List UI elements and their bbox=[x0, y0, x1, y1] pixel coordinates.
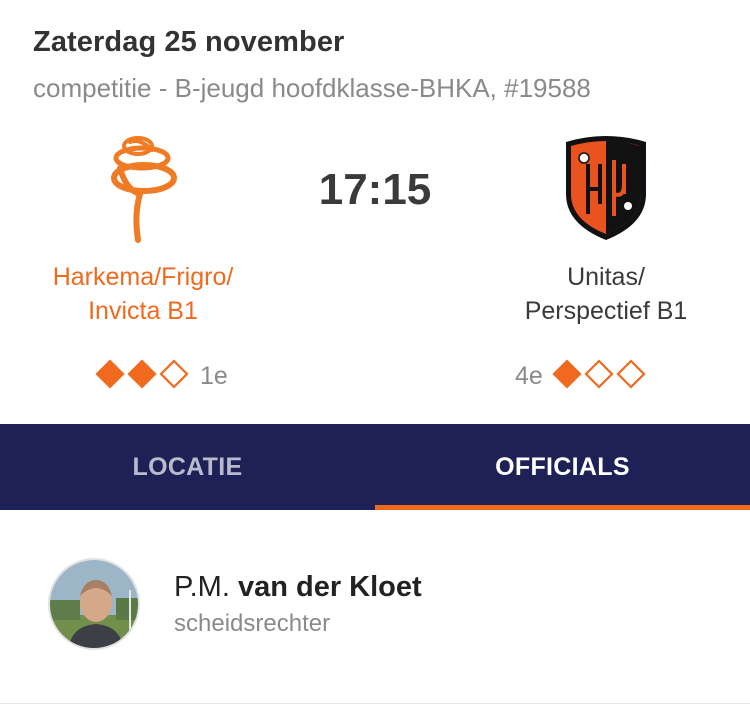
official-list-item[interactable]: P.M. van der Kloet scheidsrechter bbox=[48, 558, 422, 650]
competition-label: competitie - B-jeugd hoofdklasse-BHKA, #… bbox=[33, 73, 591, 103]
referee-photo-icon bbox=[50, 560, 138, 648]
avatar bbox=[48, 558, 140, 650]
detail-tabbar: LOCATIE OFFICIALS bbox=[0, 424, 750, 510]
away-team-name-line1: Unitas/ bbox=[567, 263, 645, 291]
kickoff-time: 17:15 bbox=[318, 165, 432, 214]
filled-diamond-icon bbox=[95, 358, 125, 389]
filled-diamond-icon bbox=[127, 358, 157, 389]
official-name: P.M. van der Kloet bbox=[174, 571, 422, 604]
official-details: P.M. van der Kloet scheidsrechter bbox=[174, 571, 422, 638]
away-rank-label: 4e bbox=[515, 361, 543, 390]
unitas-crest-icon bbox=[566, 136, 646, 240]
home-team-name[interactable]: Harkema/Frigro/ Invicta B1 bbox=[13, 260, 273, 328]
away-team-rank: 4e bbox=[515, 358, 647, 395]
away-team-name[interactable]: Unitas/ Perspectief B1 bbox=[476, 260, 736, 328]
away-team-name-line2: Perspectief B1 bbox=[524, 297, 688, 325]
tab-officials[interactable]: OFFICIALS bbox=[375, 424, 750, 510]
harkema-logo-icon bbox=[111, 136, 177, 243]
home-team-name-line2: Invicta B1 bbox=[88, 297, 198, 325]
match-date: Zaterdag 25 november bbox=[33, 26, 345, 58]
away-rating-diamonds bbox=[551, 358, 647, 395]
empty-diamond-icon bbox=[584, 358, 614, 389]
away-team-logo[interactable] bbox=[562, 134, 650, 242]
official-role: scheidsrechter bbox=[174, 609, 331, 637]
empty-diamond-icon bbox=[616, 358, 646, 389]
active-tab-indicator bbox=[375, 505, 750, 510]
match-header: Zaterdag 25 november competitie - B-jeug… bbox=[33, 26, 733, 104]
empty-diamond-icon bbox=[159, 358, 189, 389]
filled-diamond-icon bbox=[552, 358, 582, 389]
home-rating-diamonds bbox=[94, 358, 190, 395]
home-team-name-line1: Harkema/Frigro/ bbox=[52, 263, 234, 291]
official-surname: van der Kloet bbox=[237, 570, 422, 603]
home-rank-label: 1e bbox=[200, 361, 228, 390]
list-divider bbox=[0, 703, 750, 704]
home-team-rank: 1e bbox=[94, 358, 228, 395]
official-initials: P.M. bbox=[174, 570, 230, 603]
tab-officials-label: OFFICIALS bbox=[495, 452, 630, 481]
home-team-logo[interactable] bbox=[100, 128, 184, 244]
tab-locatie-label: LOCATIE bbox=[132, 452, 243, 481]
tab-locatie[interactable]: LOCATIE bbox=[0, 424, 375, 510]
